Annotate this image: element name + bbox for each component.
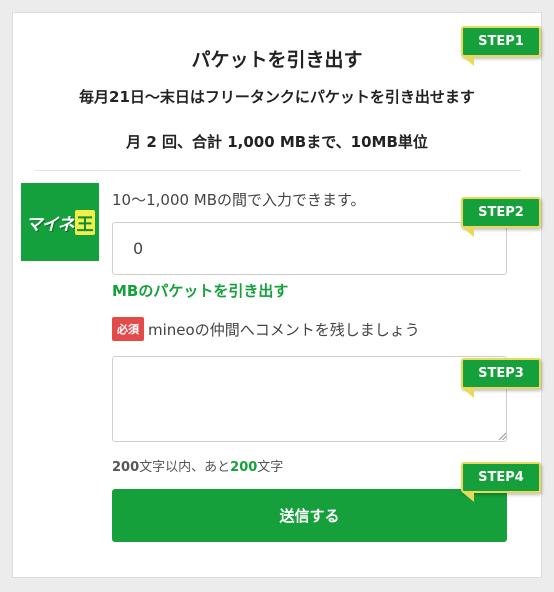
step2-callout: STEP2 xyxy=(461,197,541,228)
step4-callout-tail xyxy=(462,492,474,502)
comment-label-row: 必須 mineoの仲間へコメントを残しましょう xyxy=(112,317,420,341)
mineo-king-avatar: マイネ王 xyxy=(21,183,99,261)
step1-callout: STEP1 xyxy=(461,26,541,57)
char-limit: 200 xyxy=(112,460,140,475)
logo-text: マイネ王 xyxy=(26,209,95,235)
withdraw-period-rule: 毎月21日〜末日はフリータンクにパケットを引き出せます xyxy=(79,88,475,106)
required-badge: 必須 xyxy=(112,317,144,341)
character-counter: 200文字以内、あと200文字 xyxy=(112,460,284,475)
step3-callout-tail xyxy=(462,388,474,398)
packet-unit-label: MBのパケットを引き出す xyxy=(112,282,289,300)
packet-amount-input[interactable] xyxy=(112,222,507,275)
withdraw-limit-rule: 月 2 回、合計 1,000 MBまで、10MB単位 xyxy=(126,133,428,151)
resize-handle-icon[interactable] xyxy=(498,432,506,440)
step4-callout: STEP4 xyxy=(461,462,541,493)
submit-button[interactable]: 送信する xyxy=(112,489,507,542)
comment-label: mineoの仲間へコメントを残しましょう xyxy=(148,320,420,339)
divider xyxy=(35,170,521,171)
chars-remaining: 200 xyxy=(230,460,258,475)
comment-textarea[interactable] xyxy=(112,356,507,442)
amount-hint: 10〜1,000 MBの間で入力できます。 xyxy=(112,191,366,209)
step3-callout: STEP3 xyxy=(461,358,541,389)
step2-callout-tail xyxy=(462,227,474,237)
step1-callout-tail xyxy=(462,56,474,66)
